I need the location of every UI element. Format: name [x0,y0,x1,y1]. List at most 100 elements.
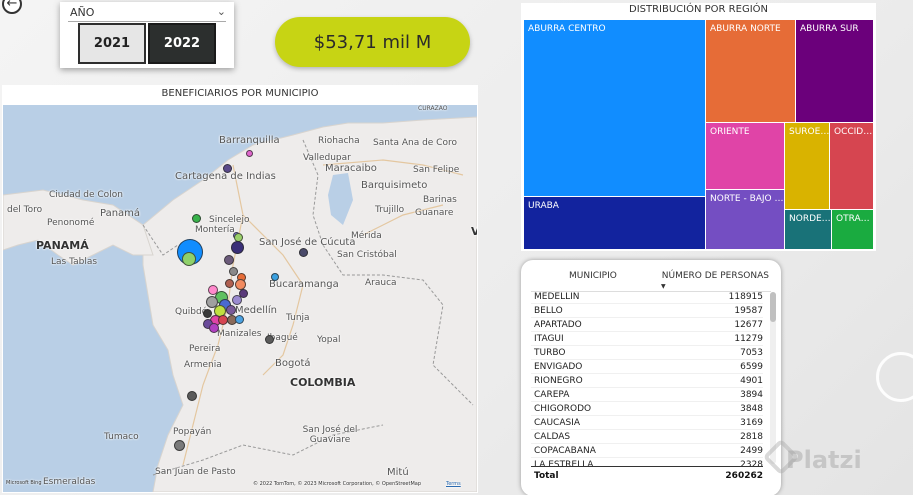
cell-municipio: ENVIGADO [534,362,583,372]
map-label-barinas: Barinas [423,195,457,205]
column-header-numero-personas[interactable]: NÚMERO DE PERSONAS [662,271,769,281]
year-2022-button[interactable]: 2022 [148,23,216,64]
table-row[interactable]: CHIGORODO 3848 [531,402,763,416]
cell-municipio: APARTADO [534,320,582,330]
cell-municipio: CALDAS [534,432,571,442]
map-bubble[interactable] [187,391,197,401]
map-bubble[interactable] [174,440,185,451]
map-label-trujillo: Trujillo [375,205,405,215]
map-label-v: V [471,225,477,238]
map-bubble[interactable] [224,255,234,265]
map-label-merida: Mérida [351,231,382,241]
table-row[interactable]: TURBO 7053 [531,346,763,360]
treemap-tile-aburra-norte[interactable]: ABURRA NORTE [706,20,795,122]
cell-numero-personas: 2818 [740,432,763,442]
map-label-esmeraldas: Esmeraldas [43,477,96,487]
map-label-tunja: Tunja [286,313,310,323]
table-row[interactable]: ITAGUI 11279 [531,332,763,346]
beneficiaries-map-visual: BENEFICIARIOS POR MUNICIPIO CURAZAO Barr… [2,85,478,493]
bing-logo: Microsoft Bing [6,480,42,486]
cell-numero-personas: 6599 [740,362,763,372]
sort-descending-icon: ▼ [661,283,666,290]
table-row[interactable]: CALDAS 2818 [531,430,763,444]
treemap-tile-occidente[interactable]: OCCID… [830,123,873,209]
map-bubble[interactable] [192,214,201,223]
map-bubble[interactable] [182,252,196,266]
map-label-mitu: Mitú [387,467,409,478]
platzi-watermark: Platzi [786,446,862,474]
map-bubble[interactable] [226,305,236,315]
cell-numero-personas: 19587 [734,306,763,316]
map-label-valledupar: Valledupar [303,153,351,163]
map-label-ciudad-de-colon: Ciudad de Colon [49,190,123,200]
map-bubble[interactable] [235,315,244,324]
map-label-las-tablas: Las Tablas [51,257,98,267]
municipality-table-visual: MUNICIPIO NÚMERO DE PERSONAS ▼ MEDELLIN 1… [521,260,781,495]
table-row[interactable]: ENVIGADO 6599 [531,360,763,374]
cell-municipio: BELLO [534,306,563,316]
divider [68,21,226,22]
map-bubble[interactable] [265,335,274,344]
cell-municipio: CAUCASIA [534,418,580,428]
chevron-down-icon[interactable]: ⌄ [217,5,226,18]
map-label-santa-ana-de-coro: Santa Ana de Coro [373,138,457,148]
cell-municipio: COPACABANA [534,446,596,456]
map-label-panama-country: PANAMÁ [36,239,89,252]
total-label: Total [534,471,559,481]
year-2021-button[interactable]: 2021 [78,23,146,64]
table-total-row: Total 260262 [531,466,763,486]
treemap-tile-oriente[interactable]: ORIENTE [706,123,784,189]
table-row[interactable]: CAUCASIA 3169 [531,416,763,430]
map-bubble[interactable] [299,248,308,257]
treemap-tile-nordeste[interactable]: NORDE… [785,210,831,249]
map-label-curazao: CURAZAO [418,105,448,112]
year-slicer: AÑO ⌄ 2021 2022 [60,2,234,68]
table-row[interactable]: MEDELLIN 118915 [531,290,763,304]
map-label-arauca: Arauca [365,278,397,288]
table-row[interactable]: BELLO 19587 [531,304,763,318]
table-row[interactable]: APARTADO 12677 [531,318,763,332]
map-label-armenia: Armenia [184,360,222,370]
cell-numero-personas: 3169 [740,418,763,428]
treemap-tile-norte-bajo-cauca[interactable]: NORTE - BAJO … [706,190,784,249]
map-bubble[interactable] [271,273,279,281]
total-value: 260262 [725,471,763,481]
map-bubble[interactable] [239,289,248,298]
map-label-yopal: Yopal [317,335,341,345]
map-terms-link[interactable]: Terms [446,481,461,487]
table-scrollbar[interactable] [770,292,776,464]
map-label-bucaramanga: Bucaramanga [269,279,339,290]
map-label-san-jose-del-guaviare: San José del Guaviare [302,425,358,445]
treemap-tile-suroeste[interactable]: SUROE… [785,123,829,209]
map-bubble[interactable] [246,150,253,157]
map-label-medellin: Medellín [235,305,277,316]
map-label-cucuta: San José de Cúcuta [259,237,356,248]
table-row[interactable]: CAREPA 3894 [531,388,763,402]
cell-numero-personas: 3894 [740,390,763,400]
treemap-tile-aburra-centro[interactable]: ABURRA CENTRO [524,20,705,196]
map-bubble[interactable] [223,164,232,173]
table-row[interactable]: RIONEGRO 4901 [531,374,763,388]
decorative-ring [876,352,913,402]
total-amount-kpi: $53,71 mil M [275,17,470,67]
cell-numero-personas: 12677 [734,320,763,330]
column-header-municipio[interactable]: MUNICIPIO [569,271,617,281]
cell-municipio: RIONEGRO [534,376,583,386]
map-label-riohacha: Riohacha [318,136,360,146]
treemap-title: DISTRIBUCIÓN POR REGIÓN [629,4,768,15]
back-arrow-icon[interactable]: ← [2,0,22,14]
table-row[interactable]: COPACABANA 2499 [531,444,763,458]
map-bubble[interactable] [209,323,219,333]
map-bubble[interactable] [225,279,234,288]
cell-numero-personas: 11279 [734,334,763,344]
map-label-penonome: Penonomé [47,218,95,228]
map-bubble[interactable] [231,241,244,254]
table-row[interactable]: LA ESTRELLA 2328 [531,458,763,466]
treemap-tile-otra[interactable]: OTRA… [832,210,873,249]
cell-municipio: ITAGUI [534,334,564,344]
map-label-guanare: Guanare [415,208,454,218]
treemap-tile-aburra-sur[interactable]: ABURRA SUR [796,20,873,122]
treemap-tile-uraba[interactable]: URABA [524,197,705,249]
scrollbar-thumb[interactable] [770,292,776,322]
map-canvas[interactable]: CURAZAO Barranquilla Riohacha Santa Ana … [3,105,477,492]
